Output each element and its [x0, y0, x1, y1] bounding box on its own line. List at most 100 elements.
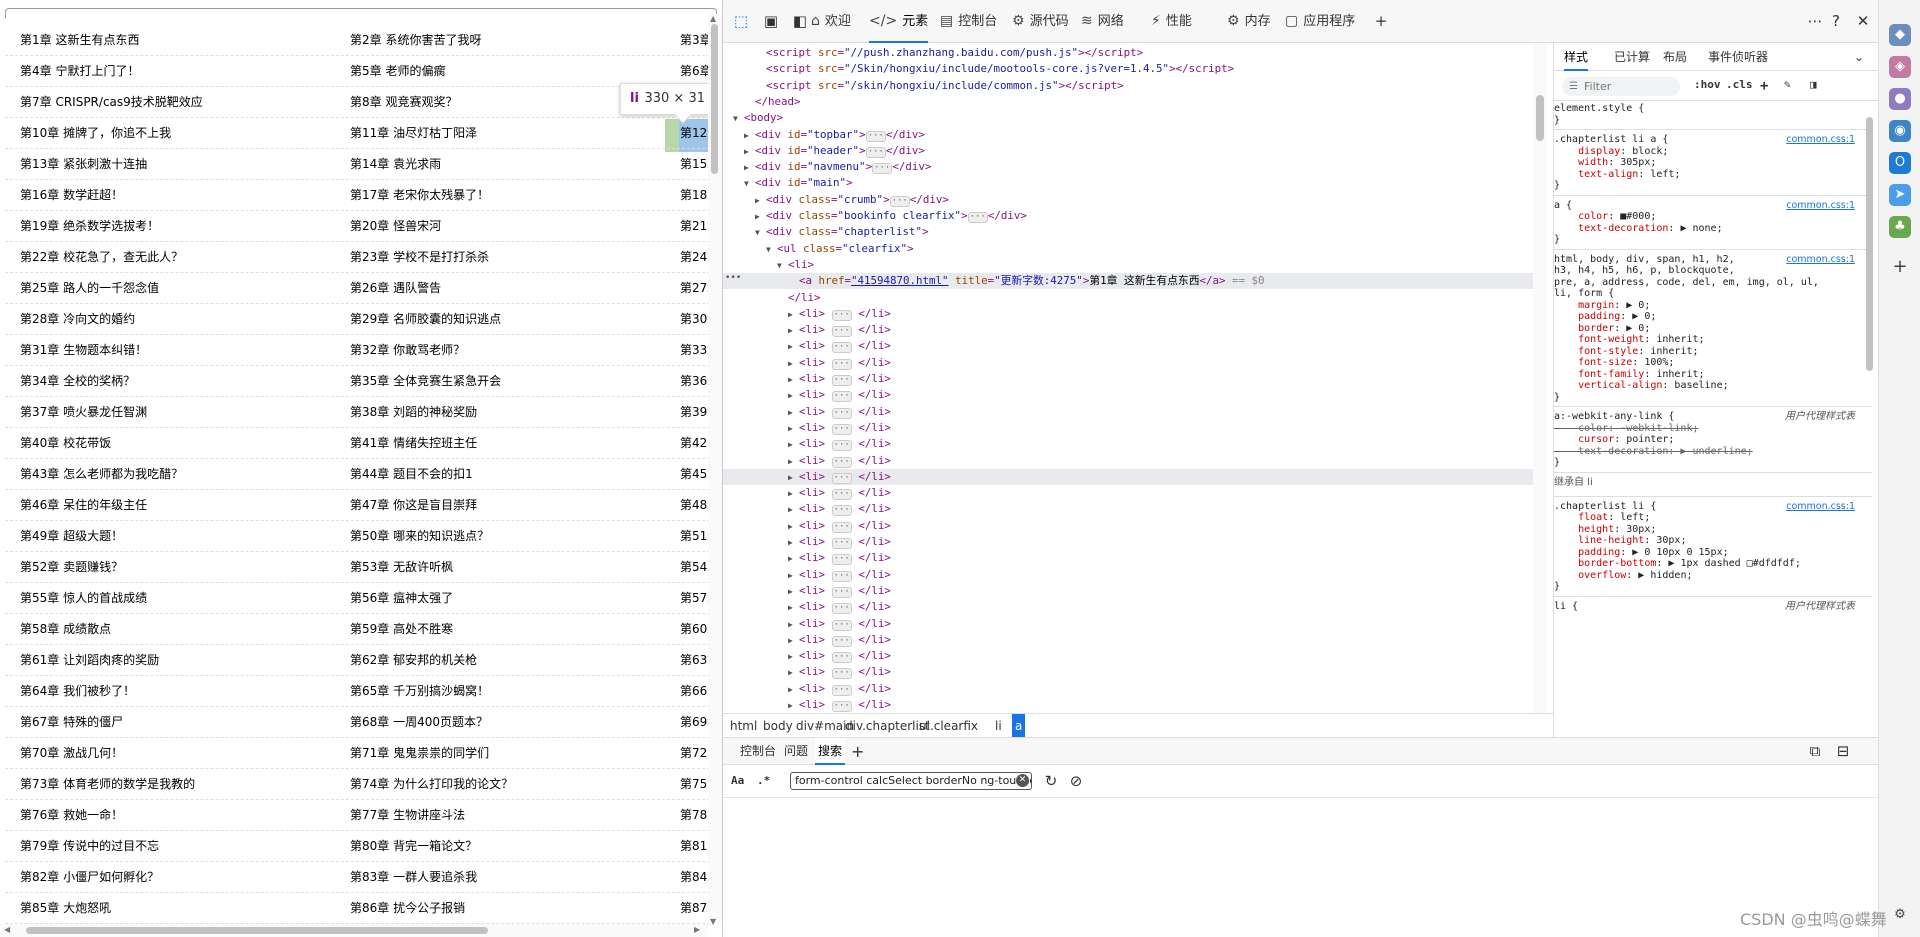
dom-node-line[interactable]: <a href="41594870.html" title="更新字数:4275… [723, 273, 1533, 290]
search-input[interactable]: form-control calcSelect borderNo ng-touc… [790, 772, 1032, 790]
dom-node-line[interactable]: </head> [723, 94, 1533, 110]
tab-welcome[interactable]: ⌂ 欢迎 [811, 0, 851, 43]
chapter-link[interactable]: 第46章 呆住的年级主任 [20, 490, 320, 521]
dom-node-line[interactable]: ▼ <body> [723, 110, 1533, 126]
chapter-link[interactable]: 第68章 一周400页题本？ [350, 707, 650, 738]
chapter-link[interactable]: 第77章 生物讲座斗法 [350, 800, 650, 831]
expand-triangle-icon[interactable]: ▶ [755, 209, 766, 225]
dom-node-line[interactable]: ▶ <li> ··· </li> [723, 338, 1533, 354]
chapter-link[interactable]: 第17章 老宋你太残暴了！ [350, 180, 650, 211]
expand-triangle-icon[interactable]: ▶ [788, 600, 799, 616]
dom-node-line[interactable]: ▶ <div id="navmenu"> ··· </div> [723, 159, 1533, 175]
collapse-triangle-icon[interactable]: ▼ [744, 176, 755, 192]
chapter-link[interactable]: 第76章 救她一命！ [20, 800, 320, 831]
expand-triangle-icon[interactable]: ▶ [744, 160, 755, 176]
dom-node-line[interactable]: ▶ <li> ··· </li> [723, 518, 1533, 534]
chapter-link[interactable]: 第31章 生物题本纠错！ [20, 335, 320, 366]
css-property-line[interactable]: border: ▶ 0; [1554, 323, 1859, 335]
chapter-link[interactable]: 第29章 名师胶囊的知识逃点 [350, 304, 650, 335]
chapter-link[interactable]: 第13章 紧张刺激十连抽 [20, 149, 320, 180]
chapter-link[interactable]: 第26章 遇队警告 [350, 273, 650, 304]
chapter-link[interactable]: 第59章 高处不胜寒 [350, 614, 650, 645]
collapse-triangle-icon[interactable]: ▼ [766, 242, 777, 258]
dom-node-line[interactable]: ▼ <div id="main"> [723, 175, 1533, 191]
dom-node-line[interactable]: ▶ <li> ··· </li> [723, 306, 1533, 322]
chapter-link[interactable]: 第35章 全体竞赛生紧急开会 [350, 366, 650, 397]
chapter-link[interactable]: 第58章 成绩散点 [20, 614, 320, 645]
dom-node-line[interactable]: ▶ <li> ··· </li> [723, 453, 1533, 469]
expand-triangle-icon[interactable]: ▶ [788, 698, 799, 713]
expand-triangle-icon[interactable]: ▶ [788, 584, 799, 600]
chapter-link[interactable]: 第20章 怪兽宋河 [350, 211, 650, 242]
dom-node-line[interactable]: </li> [723, 290, 1533, 306]
expand-triangle-icon[interactable]: ▶ [788, 421, 799, 437]
more-options-icon[interactable]: ⋯ [1805, 11, 1825, 31]
dock-side-icon[interactable]: ◧ [790, 11, 810, 31]
clear-results-icon[interactable]: ⊘ [1066, 771, 1086, 791]
color-picker-icon[interactable]: ✎ [1784, 78, 1791, 91]
chapter-link[interactable]: 第23章 学校不是打打杀杀 [350, 242, 650, 273]
chapter-link[interactable]: 第38章 刘蹈的神秘奖励 [350, 397, 650, 428]
chapter-link[interactable]: 第64章 我们被秒了！ [20, 676, 320, 707]
expand-triangle-icon[interactable]: ▶ [788, 356, 799, 372]
hov-toggle-button[interactable]: :hov [1694, 78, 1721, 91]
chapter-link[interactable]: 第32章 你敢骂老师？ [350, 335, 650, 366]
dom-node-line[interactable]: ▶ <li> ··· </li> [723, 534, 1533, 550]
chapter-link[interactable]: 第86章 扰今公子报销 [350, 893, 650, 924]
chapter-link[interactable]: 第80章 背完一箱论文？ [350, 831, 650, 862]
chapter-link[interactable]: 第16章 数学赶超！ [20, 180, 320, 211]
chapter-link[interactable]: 第43章 怎么老师都为我吃醋？ [20, 459, 320, 490]
dom-node-line[interactable]: ▶ <li> ··· </li> [723, 583, 1533, 599]
tab-network[interactable]: ≋ 网络 [1081, 0, 1124, 43]
css-property-line[interactable]: font-style: inherit; [1554, 346, 1859, 358]
styles-filter-input[interactable]: ☰ Filter [1562, 77, 1680, 96]
expand-triangle-icon[interactable]: ▶ [788, 454, 799, 470]
inspect-element-icon[interactable]: ⬚ [731, 11, 751, 31]
chapter-link[interactable]: 第70章 激战几何！ [20, 738, 320, 769]
tree-icon[interactable]: ♣ [1889, 216, 1911, 238]
expand-triangle-icon[interactable]: ▶ [788, 519, 799, 535]
chapter-link[interactable]: 第4章 宁默打上门了！ [20, 56, 320, 87]
expand-triangle-icon[interactable]: ▶ [788, 437, 799, 453]
dom-node-line[interactable]: ▶ <li> ··· </li> [723, 697, 1533, 713]
css-property-line[interactable]: vertical-align: baseline; [1554, 380, 1859, 392]
expand-triangle-icon[interactable]: ▶ [788, 617, 799, 633]
dom-node-line[interactable]: ▶ <li> ··· </li> [723, 599, 1533, 615]
expand-triangle-icon[interactable]: ▶ [755, 193, 766, 209]
dom-node-line[interactable]: ▶ <li> ··· </li> [723, 648, 1533, 664]
chapter-link[interactable]: 第44章 题目不会的扣1 [350, 459, 650, 490]
breadcrumb-item[interactable]: li [992, 714, 1005, 737]
expand-triangle-icon[interactable]: ▶ [788, 682, 799, 698]
css-property-line[interactable]: text-align: left; [1554, 169, 1859, 181]
tag-icon[interactable]: ◆ [1889, 24, 1911, 46]
tab-application[interactable]: ▢ 应用程序 [1285, 0, 1355, 43]
css-property-line[interactable]: line-height: 30px; [1554, 535, 1859, 547]
chapter-link[interactable]: 第22章 校花急了，查无此人？ [20, 242, 320, 273]
chapter-link[interactable]: 第52章 卖题赚钱？ [20, 552, 320, 583]
expand-triangle-icon[interactable]: ▶ [788, 486, 799, 502]
stylesheet-source-link[interactable]: common.css:1 [1786, 254, 1855, 266]
css-property-line[interactable]: padding: ▶ 0 10px 0 15px; [1554, 547, 1859, 559]
breadcrumb-item[interactable]: a [1012, 714, 1026, 737]
scroll-left-arrow-icon[interactable]: ◀ [4, 925, 10, 934]
css-property-line[interactable]: width: 305px; [1554, 157, 1859, 169]
css-property-line[interactable]: padding: ▶ 0; [1554, 311, 1859, 323]
dom-node-line[interactable]: ▼ <div class="chapterlist"> [723, 224, 1533, 240]
chapter-link[interactable]: 第28章 冷向文的婚约 [20, 304, 320, 335]
chapter-link[interactable]: 第73章 体育老师的数学是我教的 [20, 769, 320, 800]
chapter-link[interactable]: 第8章 观竞赛观奖？ [350, 87, 650, 118]
css-property-line[interactable]: font-family: inherit; [1554, 369, 1859, 381]
dom-node-line[interactable]: ▶ <li> ··· </li> [723, 501, 1533, 517]
chapter-link[interactable]: 第65章 千万别搞沙蝎窝！ [350, 676, 650, 707]
dom-node-line[interactable]: ▶ <li> ··· </li> [723, 436, 1533, 452]
styles-tab[interactable]: 布局 [1663, 43, 1687, 71]
expand-triangle-icon[interactable]: ▶ [788, 339, 799, 355]
send-icon[interactable]: ➤ [1889, 184, 1911, 206]
persona-icon[interactable]: ● [1889, 88, 1911, 110]
css-property-line[interactable]: margin: ▶ 0; [1554, 300, 1859, 312]
chapter-link[interactable]: 第85章 大炮怒吼 [20, 893, 320, 924]
breadcrumb-item[interactable]: body [760, 714, 796, 737]
drawer-tab[interactable]: 控制台 [737, 738, 779, 765]
chapter-link[interactable]: 第79章 传说中的过目不忘 [20, 831, 320, 862]
dom-node-line[interactable]: <script src="/skin/hongxiu/include/commo… [723, 78, 1533, 94]
